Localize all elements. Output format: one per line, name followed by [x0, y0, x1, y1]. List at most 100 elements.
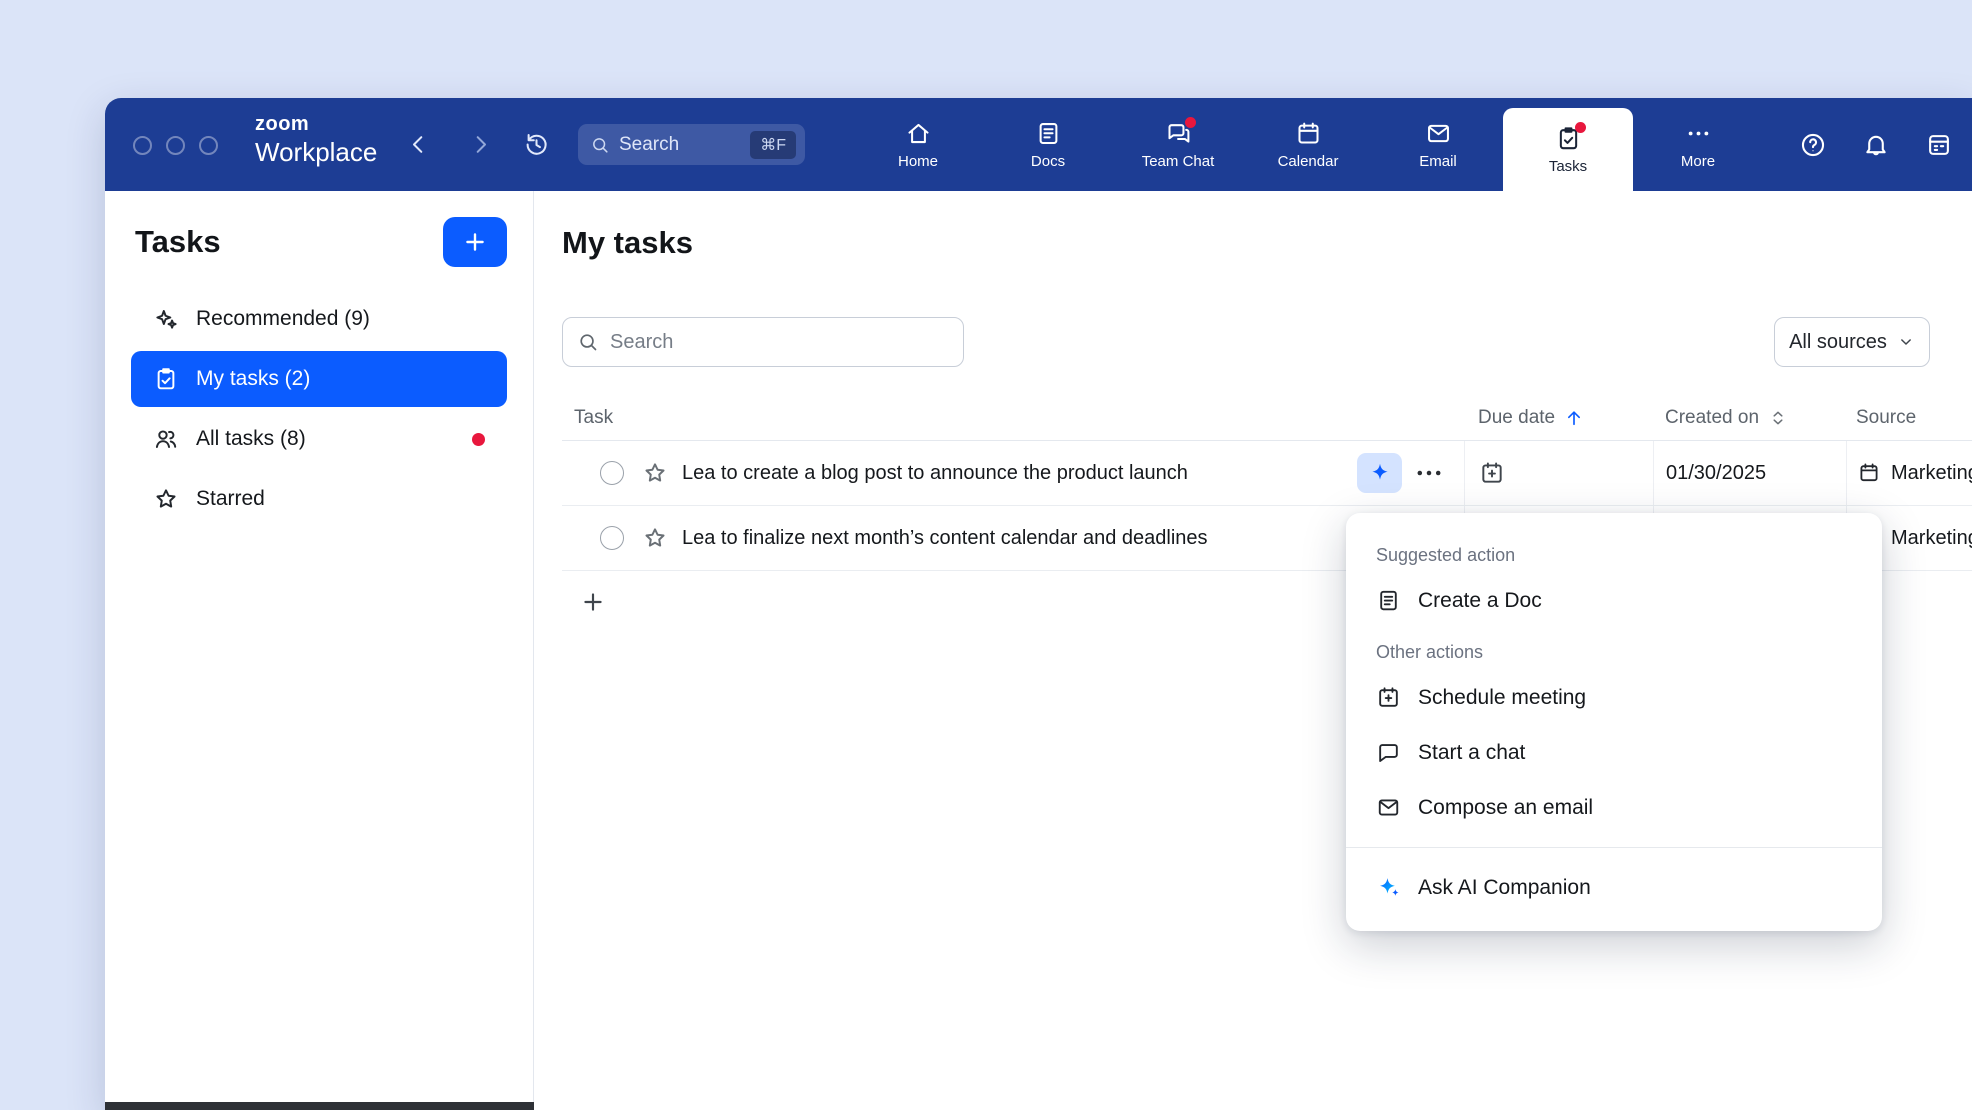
chevron-down-icon: [1897, 333, 1915, 351]
row-more-button[interactable]: [1412, 456, 1446, 490]
sidebar-title: Tasks: [135, 224, 221, 260]
nav-label: More: [1681, 153, 1715, 170]
star-icon: [153, 486, 179, 512]
docs-icon: [1035, 120, 1062, 147]
history-button[interactable]: [523, 131, 550, 158]
window-button-minimize[interactable]: [166, 136, 185, 155]
home-icon: [905, 120, 932, 147]
zoom-logo: zoom: [255, 113, 377, 135]
source-filter-dropdown[interactable]: All sources: [1774, 317, 1930, 367]
sidebar-item-label: Starred: [196, 487, 265, 511]
add-due-date-button[interactable]: [1479, 460, 1505, 486]
plus-icon: [580, 589, 606, 615]
nav-item-tasks[interactable]: Tasks: [1503, 108, 1633, 191]
nav-label: Team Chat: [1142, 153, 1215, 170]
global-search[interactable]: Search ⌘F: [578, 124, 805, 165]
nav-label: Calendar: [1278, 153, 1339, 170]
people-icon: [153, 426, 179, 452]
topbar-utilities: [1799, 98, 1953, 191]
sidebar-item-starred[interactable]: Starred: [131, 471, 507, 527]
topbar: zoom Workplace Search ⌘F Home: [105, 98, 1972, 191]
menu-item-compose-email[interactable]: Compose an email: [1346, 780, 1882, 835]
new-task-button[interactable]: [443, 217, 507, 267]
envelope-icon: [1376, 795, 1401, 820]
task-search-input[interactable]: [610, 331, 949, 354]
menu-item-ask-ai-companion[interactable]: Ask AI Companion: [1346, 860, 1882, 915]
sidebar-item-label: All tasks (8): [196, 427, 306, 451]
column-header-source: Source: [1846, 395, 1972, 440]
primary-navigation: Home Docs Team Chat Calendar: [853, 98, 1763, 191]
clipboard-check-icon: [153, 366, 179, 392]
star-toggle-icon[interactable]: [642, 525, 668, 551]
brand-logo: zoom Workplace: [255, 113, 377, 167]
all-tasks-notification-dot: [472, 433, 485, 446]
window-controls: [133, 136, 218, 155]
ai-companion-actions-button[interactable]: [1357, 453, 1402, 493]
task-complete-checkbox[interactable]: [600, 526, 624, 550]
column-header-task: Task: [562, 395, 1464, 440]
nav-item-docs[interactable]: Docs: [983, 98, 1113, 191]
ai-companion-icon: [1376, 875, 1401, 900]
ai-sparkle-icon: [1368, 461, 1392, 485]
back-button[interactable]: [405, 131, 432, 158]
sidebar-item-recommended[interactable]: Recommended (9): [131, 291, 507, 347]
other-actions-label: Other actions: [1346, 634, 1882, 670]
more-icon: [1685, 120, 1712, 147]
star-toggle-icon[interactable]: [642, 460, 668, 486]
window-button-zoom[interactable]: [199, 136, 218, 155]
column-header-due-date[interactable]: Due date: [1464, 395, 1653, 440]
sort-ascending-icon[interactable]: [1564, 408, 1584, 428]
notifications-bell-button[interactable]: [1862, 131, 1890, 159]
menu-item-start-chat[interactable]: Start a chat: [1346, 725, 1882, 780]
chevron-left-icon: [405, 131, 432, 158]
nav-item-calendar[interactable]: Calendar: [1243, 98, 1373, 191]
sparkle-icon: [153, 306, 179, 332]
window-button-close[interactable]: [133, 136, 152, 155]
tasks-icon: [1555, 125, 1582, 152]
history-icon: [523, 131, 550, 158]
sidebar-item-label: Recommended (9): [196, 307, 370, 331]
nav-item-team-chat[interactable]: Team Chat: [1113, 98, 1243, 191]
sort-toggle-icon[interactable]: [1768, 408, 1788, 428]
task-row[interactable]: Lea to create a blog post to announce th…: [562, 441, 1972, 506]
tasks-notification-dot: [1575, 122, 1586, 133]
calendar-plus-icon: [1376, 685, 1401, 710]
nav-item-home[interactable]: Home: [853, 98, 983, 191]
column-header-created-on[interactable]: Created on: [1653, 395, 1846, 440]
calendar-widget-button[interactable]: [1925, 131, 1953, 159]
nav-label: Tasks: [1549, 158, 1587, 175]
nav-label: Email: [1419, 153, 1457, 170]
task-cell: Lea to create a blog post to announce th…: [562, 441, 1464, 505]
zoom-workplace-window: zoom Workplace Search ⌘F Home: [105, 98, 1972, 1110]
team-chat-icon: [1165, 120, 1192, 147]
menu-item-create-doc[interactable]: Create a Doc: [1346, 573, 1882, 628]
team-chat-notification-dot: [1185, 117, 1196, 128]
task-search-field[interactable]: [562, 317, 964, 367]
plus-icon: [462, 229, 488, 255]
nav-label: Docs: [1031, 153, 1065, 170]
sidebar-item-all-tasks[interactable]: All tasks (8): [131, 411, 507, 467]
chevron-right-icon: [467, 131, 494, 158]
window-bottom-edge: [105, 1102, 534, 1110]
forward-button[interactable]: [467, 131, 494, 158]
nav-item-more[interactable]: More: [1633, 98, 1763, 191]
task-title: Lea to create a blog post to announce th…: [682, 462, 1188, 485]
sidebar-list: Recommended (9) My tasks (2) All tasks (…: [105, 291, 533, 527]
sidebar-item-my-tasks[interactable]: My tasks (2): [131, 351, 507, 407]
task-title: Lea to finalize next month’s content cal…: [682, 527, 1208, 550]
calendar-source-icon: [1857, 461, 1881, 485]
sidebar-header: Tasks: [105, 191, 533, 267]
tasks-sidebar: Tasks Recommended (9) My tasks (2): [105, 191, 534, 1110]
search-icon: [590, 135, 610, 155]
table-header-row: Task Due date Created on Source: [562, 395, 1972, 441]
chat-bubble-icon: [1376, 740, 1401, 765]
source-filter-value: All sources: [1789, 331, 1887, 354]
task-complete-checkbox[interactable]: [600, 461, 624, 485]
calendar-icon: [1295, 120, 1322, 147]
menu-item-schedule-meeting[interactable]: Schedule meeting: [1346, 670, 1882, 725]
doc-icon: [1376, 588, 1401, 613]
help-button[interactable]: [1799, 131, 1827, 159]
nav-item-email[interactable]: Email: [1373, 98, 1503, 191]
task-cell: Lea to finalize next month’s content cal…: [562, 506, 1464, 570]
menu-divider: [1346, 847, 1882, 848]
